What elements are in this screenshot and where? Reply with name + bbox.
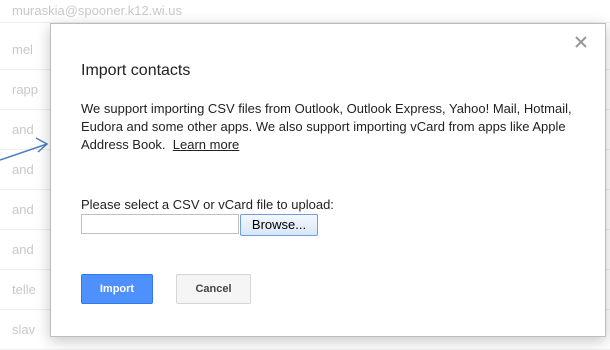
- cancel-button[interactable]: Cancel: [176, 274, 251, 304]
- import-contacts-dialog: Import contacts We support importing CSV…: [50, 23, 606, 337]
- close-icon[interactable]: [573, 34, 589, 50]
- dialog-title: Import contacts: [81, 62, 191, 79]
- contact-name: and: [12, 202, 34, 217]
- annotation-arrow-icon: [0, 137, 49, 161]
- contact-name: mel: [12, 42, 33, 57]
- learn-more-link[interactable]: Learn more: [173, 137, 239, 152]
- contact-name: rapp: [12, 82, 39, 97]
- file-select-label: Please select a CSV or vCard file to upl…: [81, 197, 334, 212]
- description-text: We support importing CSV files from Outl…: [81, 101, 572, 152]
- contact-name: slav: [12, 322, 36, 337]
- contact-email: muraskia@spooner.k12.wi.us: [12, 3, 182, 18]
- dialog-description: We support importing CSV files from Outl…: [81, 100, 581, 154]
- import-button[interactable]: Import: [81, 274, 153, 304]
- browse-button[interactable]: Browse...: [240, 214, 318, 236]
- file-path-input[interactable]: [81, 214, 239, 234]
- contact-name: telle: [12, 282, 36, 297]
- list-item[interactable]: muraskia@spooner.k12.wi.us: [0, 0, 610, 23]
- contact-name: and: [12, 242, 34, 257]
